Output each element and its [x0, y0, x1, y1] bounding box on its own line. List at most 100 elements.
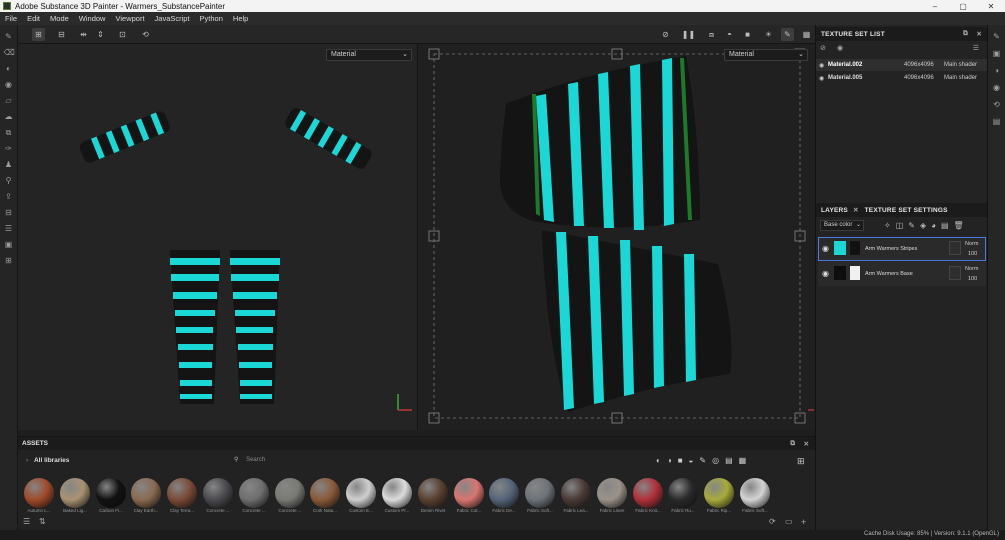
material-thumbnail[interactable] [24, 478, 54, 508]
material-thumbnail[interactable] [275, 478, 305, 508]
filter-smart-materials-icon[interactable]: ◑ [667, 456, 672, 465]
plugin-icon[interactable]: ⊞ [4, 256, 14, 265]
new-folder-icon[interactable]: ▭ [785, 517, 793, 526]
brush-mode-icon[interactable]: ✎ [781, 28, 794, 41]
undock-icon[interactable]: ⧉ [790, 440, 795, 448]
list-menu-icon[interactable]: ☰ [973, 44, 979, 52]
filter-filters-icon[interactable]: ▤ [725, 456, 733, 465]
screenshot-icon[interactable]: ▦ [800, 28, 813, 41]
refresh-icon[interactable]: ⟳ [769, 517, 776, 526]
align-icon[interactable]: ⇕ [94, 28, 107, 41]
material-thumbnail[interactable] [239, 478, 269, 508]
filter-particles-icon[interactable]: ◎ [712, 456, 719, 465]
add-fill-layer-icon[interactable]: ◈ [920, 221, 926, 230]
filter-textures-icon[interactable]: ■ [678, 456, 683, 465]
texture-set-row[interactable]: ◉ Material.005 4096x4096 Main shader [816, 72, 988, 84]
filter-brushes-icon[interactable]: ✎ [699, 456, 706, 465]
viewport[interactable]: Material ⌄ Material ⌄ [18, 44, 815, 430]
material-thumbnail[interactable] [310, 478, 340, 508]
material-thumbnail[interactable] [525, 478, 555, 508]
add-effect-icon[interactable]: ✧ [884, 221, 891, 230]
hide-icon[interactable]: ⊘ [659, 28, 672, 41]
tab-layers[interactable]: LAYERS [816, 207, 848, 214]
eye-all-icon[interactable]: ◉ [837, 44, 843, 52]
layer-row[interactable]: ◉ Arm Warmers Stripes Norm 100 [818, 237, 986, 261]
texture-set-row[interactable]: ◉ Material.002 4096x4096 Main shader [816, 59, 988, 71]
viewport-3d[interactable]: Material ⌄ [18, 44, 416, 430]
texture-set-shader[interactable]: Main shader [944, 75, 977, 81]
channel-select[interactable]: Base color ⌄ [820, 220, 864, 231]
projection-icon[interactable]: ◐ [4, 64, 14, 73]
light-icon[interactable]: ☀ [762, 28, 775, 41]
add-smart-icon[interactable]: ◕ [931, 221, 936, 230]
undock-icon[interactable]: ⧉ [963, 30, 968, 38]
filter-environments-icon[interactable]: ▦ [739, 456, 747, 465]
delete-layer-icon[interactable]: 🗑 [954, 221, 964, 230]
menu-javascript[interactable]: JavaScript [150, 14, 195, 23]
smudge-icon[interactable]: ☁ [4, 112, 14, 121]
shader-settings-icon[interactable]: ◉ [992, 83, 1002, 93]
grid-view-icon[interactable]: ⊞ [32, 28, 45, 41]
menu-python[interactable]: Python [195, 14, 228, 23]
close-icon[interactable]: ✕ [804, 440, 809, 448]
bake-icon[interactable]: ⊟ [4, 208, 14, 217]
grid-layout-icon[interactable]: ⊞ [797, 456, 805, 467]
blend-mode[interactable]: Norm [965, 266, 978, 272]
eye-icon[interactable]: ◉ [822, 269, 829, 278]
color-picker-icon[interactable]: ✑ [4, 144, 14, 153]
material-thumbnail[interactable] [418, 478, 448, 508]
frame-icon[interactable]: ⊡ [116, 28, 129, 41]
grid-dense-icon[interactable]: ⊟ [55, 28, 68, 41]
paint-brush-icon[interactable]: ✎ [4, 32, 14, 41]
material-thumbnail[interactable] [633, 478, 663, 508]
opacity-value[interactable]: 100 [968, 251, 977, 257]
log-icon[interactable]: ▤ [992, 117, 1002, 127]
camera-icon[interactable]: ■ [741, 28, 754, 41]
menu-edit[interactable]: Edit [22, 14, 45, 23]
display-settings-icon[interactable]: ◑ [992, 66, 1002, 76]
asset-sort-icon[interactable]: ⇅ [39, 517, 46, 526]
history-icon[interactable]: ⟲ [992, 100, 1002, 110]
close-window-button[interactable]: ✕ [977, 0, 1005, 12]
material-thumbnail[interactable] [561, 478, 591, 508]
eyedropper-icon[interactable]: ⚲ [4, 176, 14, 185]
eye-icon[interactable]: ◉ [816, 62, 828, 69]
polygon-fill-icon[interactable]: ▱ [4, 96, 14, 105]
menu-viewport[interactable]: Viewport [110, 14, 149, 23]
pause-icon[interactable]: ❚❚ [682, 28, 695, 41]
add-paint-layer-icon[interactable]: ✎ [908, 221, 915, 230]
asset-list-icon[interactable]: ☰ [23, 517, 30, 526]
brush-settings-icon[interactable]: ✎ [992, 32, 1002, 42]
view-mode-icon[interactable]: ⧈ [705, 28, 718, 41]
minimize-button[interactable]: – [921, 0, 949, 12]
eraser-icon[interactable]: ⌫ [4, 48, 15, 57]
material-thumbnail[interactable] [454, 478, 484, 508]
add-asset-icon[interactable]: + [801, 517, 806, 527]
material-thumbnail[interactable] [597, 478, 627, 508]
material-thumbnail[interactable] [167, 478, 197, 508]
export-icon[interactable]: ⇪ [4, 192, 14, 201]
visibility-all-icon[interactable]: ⊘ [820, 44, 826, 52]
eye-icon[interactable]: ◉ [816, 75, 828, 82]
close-icon[interactable]: ✕ [976, 30, 982, 38]
material-thumbnail[interactable] [131, 478, 161, 508]
material-thumbnail[interactable] [382, 478, 412, 508]
add-mask-icon[interactable]: ◫ [896, 221, 904, 230]
material-thumbnail[interactable] [96, 478, 126, 508]
eye-icon[interactable]: ◉ [822, 244, 829, 253]
reset-view-icon[interactable]: ⟲ [139, 28, 152, 41]
symmetry-icon[interactable]: ⇹ [77, 28, 90, 41]
shading-icon[interactable]: ◓ [723, 28, 736, 41]
menu-mode[interactable]: Mode [45, 14, 74, 23]
save-icon[interactable]: ▣ [4, 240, 14, 249]
viewport-2d-mode-select[interactable]: Material ⌄ [724, 49, 808, 61]
viewport-2d[interactable]: Material ⌄ [417, 44, 815, 430]
layer-row[interactable]: ◉ Arm Warmers Base Norm 100 [818, 262, 986, 286]
geometry-fill-icon[interactable]: ◉ [4, 80, 14, 89]
texture-set-icon[interactable]: ▣ [992, 49, 1002, 59]
add-folder-icon[interactable]: ▤ [941, 221, 949, 230]
tab-texture-set-settings[interactable]: TEXTURE SET SETTINGS [859, 207, 948, 214]
texture-set-shader[interactable]: Main shader [944, 62, 977, 68]
material-thumbnail[interactable] [346, 478, 376, 508]
material-thumbnail[interactable] [704, 478, 734, 508]
